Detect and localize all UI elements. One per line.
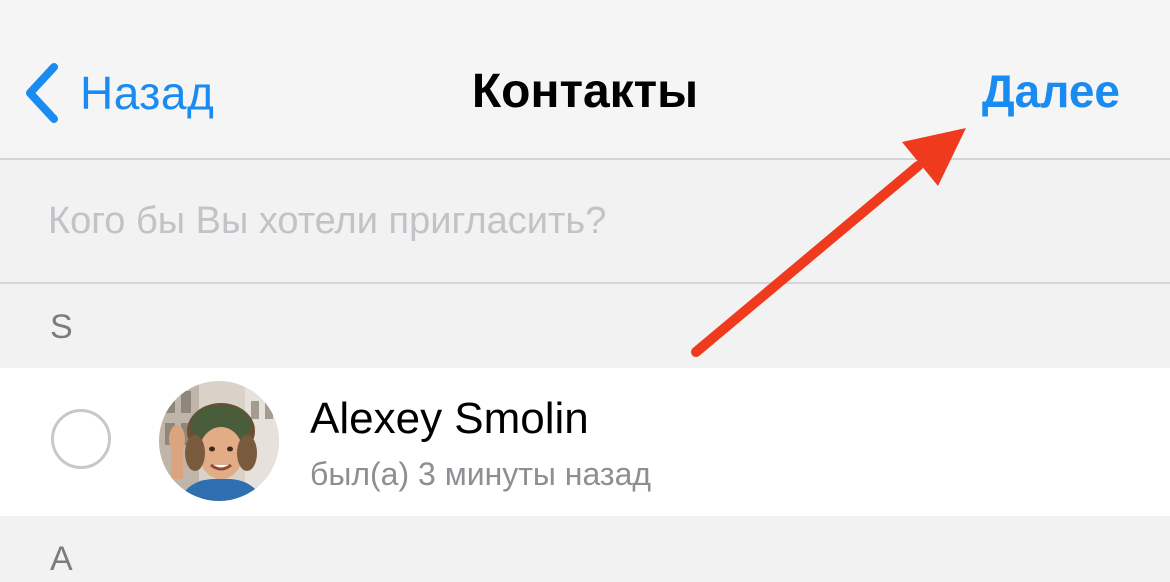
search-input[interactable]	[48, 196, 1048, 246]
contact-row[interactable]: Alexey Smolin был(а) 3 минуты назад	[0, 368, 1170, 516]
contacts-screen: Назад Контакты Далее S	[0, 0, 1170, 582]
section-header-a: A	[0, 516, 1170, 582]
search-bar	[0, 160, 1170, 284]
section-letter: A	[50, 540, 73, 578]
section-letter: S	[50, 308, 73, 346]
contact-name: Alexey Smolin	[310, 394, 589, 443]
selection-checkbox[interactable]	[51, 409, 111, 469]
next-button[interactable]: Далее	[982, 64, 1120, 118]
avatar	[159, 381, 279, 501]
contact-last-seen: был(а) 3 минуты назад	[310, 456, 652, 492]
section-header-s: S	[0, 284, 1170, 368]
navigation-bar: Назад Контакты Далее	[0, 0, 1170, 160]
